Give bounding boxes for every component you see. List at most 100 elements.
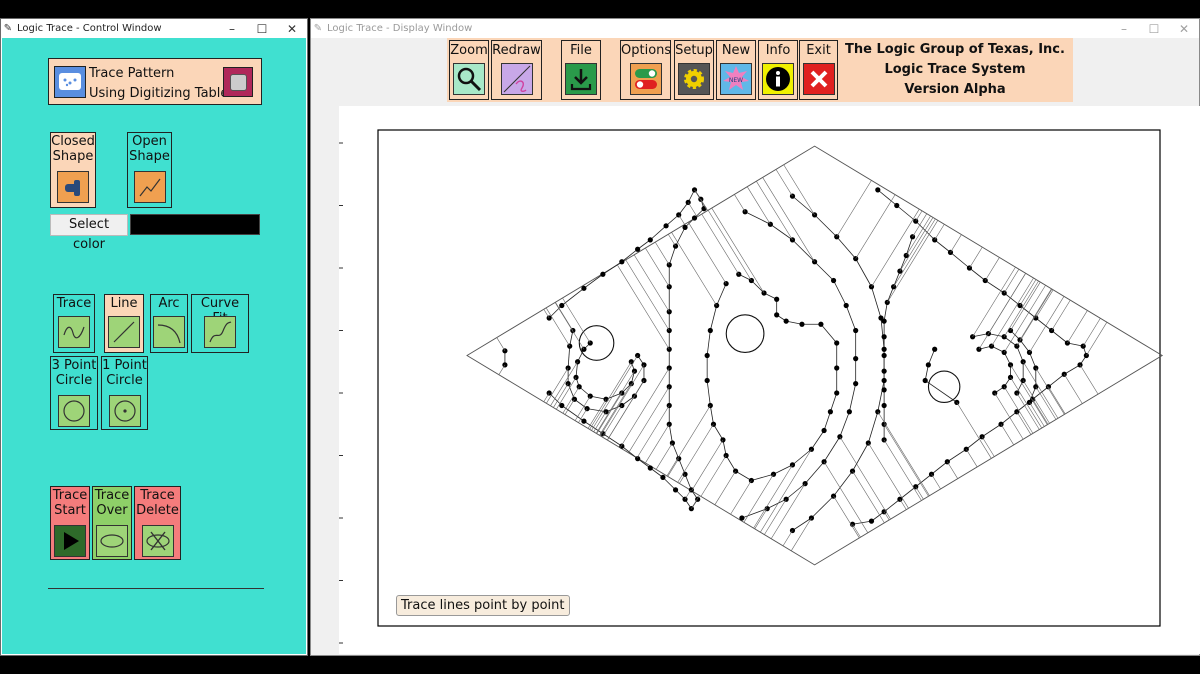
arc-tool-button[interactable]: Arc	[150, 294, 188, 353]
three-point-circle-button[interactable]: 3 Point Circle	[50, 356, 98, 430]
trace-over-line2: Over	[96, 503, 128, 518]
spoke-line	[671, 232, 717, 306]
zoom-label: Zoom	[450, 43, 488, 58]
trace-point	[783, 318, 789, 324]
close-button[interactable]: ✕	[1169, 22, 1199, 36]
trace-status-button[interactable]: Trace lines point by point	[396, 595, 570, 616]
spoke-line	[972, 266, 1016, 337]
trace-point	[881, 318, 887, 324]
one-point-circle-line1: 1 Point	[102, 358, 147, 373]
spoke-line	[1048, 386, 1066, 415]
trace-point	[647, 237, 653, 243]
trace-pattern-button[interactable]: Trace Pattern Using Digitizing Tablet	[48, 58, 262, 105]
trace-segment	[823, 436, 841, 462]
spoke-line	[899, 499, 907, 510]
trace-segment	[839, 411, 850, 437]
maximize-button[interactable]: ☐	[1139, 22, 1169, 36]
trace-tool-button[interactable]: Trace	[53, 294, 95, 353]
open-shape-icon	[133, 171, 166, 203]
spoke-line	[994, 392, 1024, 440]
traced-circle	[927, 370, 961, 403]
spoke-line	[754, 508, 768, 529]
trace-point	[774, 296, 780, 302]
zoom-button[interactable]: Zoom	[449, 40, 489, 100]
new-badge-text: NEW	[729, 77, 743, 84]
one-point-circle-button[interactable]: 1 Point Circle	[101, 356, 148, 430]
arc-icon	[153, 316, 185, 348]
one-point-circle-line2: Circle	[106, 373, 143, 388]
exit-button[interactable]: Exit	[799, 40, 838, 100]
trace-segment	[981, 423, 1002, 438]
one-point-circle-icon	[108, 395, 141, 427]
trace-segment	[583, 273, 604, 289]
open-shape-button[interactable]: Open Shape	[127, 132, 172, 208]
trace-segment	[985, 280, 1005, 294]
trace-point	[843, 302, 849, 309]
curve-fit-tool-button[interactable]: Curve Fit	[191, 294, 249, 353]
setup-button[interactable]: Setup	[674, 40, 714, 100]
spoke-line	[883, 424, 929, 497]
trace-point	[821, 459, 827, 465]
info-button[interactable]: Info	[758, 40, 798, 100]
trace-segment	[896, 205, 916, 222]
trace-delete-button[interactable]: Trace Delete	[134, 486, 181, 560]
trace-segment	[915, 473, 932, 488]
trace-point	[894, 202, 900, 209]
new-button[interactable]: New NEW	[716, 40, 756, 100]
plot-area[interactable]: 0246810121416 Trace lines point by point	[339, 106, 1200, 654]
trace-start-button[interactable]: Trace Start	[50, 486, 90, 560]
trace-point	[932, 346, 938, 352]
maximize-button[interactable]: ☐	[247, 22, 277, 36]
toggle-icon	[629, 63, 662, 95]
trace-segment	[899, 486, 916, 500]
trace-point	[821, 427, 827, 434]
redraw-icon	[500, 63, 533, 95]
trace-point	[619, 443, 625, 449]
trace-segment	[830, 392, 838, 412]
trace-point	[581, 285, 587, 291]
trace-over-button[interactable]: Trace Over	[92, 486, 132, 560]
closed-shape-button[interactable]: Closed Shape	[50, 132, 96, 208]
trace-point	[770, 471, 777, 477]
redraw-button[interactable]: Redraw	[491, 40, 542, 100]
download-icon	[565, 63, 597, 95]
spoke-line	[498, 364, 506, 375]
trace-segment	[792, 517, 812, 531]
file-label: File	[570, 43, 592, 58]
trace-pattern-text: Trace Pattern Using Digitizing Tablet	[89, 64, 234, 104]
trace-segment	[855, 258, 872, 287]
spoke-line	[1003, 285, 1046, 353]
trace-point	[573, 374, 579, 380]
tablet-screen-icon	[223, 67, 253, 97]
display-window-titlebar[interactable]: ✎ Logic Trace - Display Window – ☐ ✕	[311, 19, 1199, 38]
options-button[interactable]: Options	[620, 40, 671, 100]
trace-segment	[706, 330, 711, 356]
control-window-titlebar[interactable]: ✎ Logic Trace - Control Window – ☐ ✕	[1, 19, 307, 38]
selected-color-swatch[interactable]	[130, 214, 260, 235]
spoke-line	[543, 309, 550, 319]
trace-plot[interactable]: 0246810121416	[339, 106, 1200, 654]
spoke-line	[868, 442, 909, 509]
spoke-line	[655, 442, 673, 470]
file-button[interactable]: File	[561, 40, 601, 100]
line-tool-button[interactable]: Line	[104, 294, 144, 353]
spoke-line	[587, 399, 607, 429]
trace-tool-label: Trace	[56, 296, 92, 311]
spoke-line	[546, 367, 569, 404]
trace-point	[669, 440, 675, 446]
select-color-button[interactable]: Select color	[50, 214, 128, 252]
minimize-button[interactable]: –	[217, 22, 247, 36]
trace-point	[834, 365, 840, 371]
trace-point	[834, 234, 840, 240]
minimize-button[interactable]: –	[1109, 22, 1139, 36]
trace-segment	[792, 239, 815, 263]
spoke-line	[701, 213, 740, 275]
trace-point	[647, 465, 653, 471]
close-button[interactable]: ✕	[277, 22, 307, 36]
spoke-line	[947, 461, 958, 479]
info-label: Info	[765, 43, 791, 58]
trace-point	[799, 321, 805, 327]
trace-point	[660, 474, 666, 480]
play-icon	[54, 525, 86, 557]
trace-point	[881, 334, 887, 340]
